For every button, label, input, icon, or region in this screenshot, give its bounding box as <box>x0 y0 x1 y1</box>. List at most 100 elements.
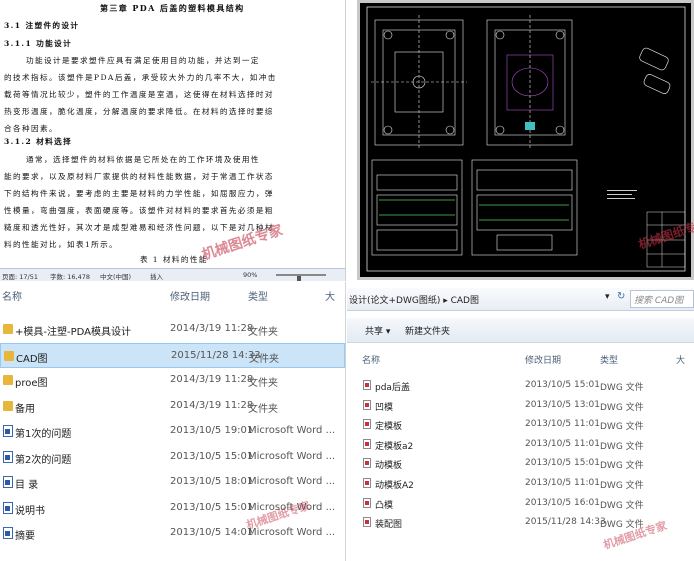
file-row[interactable]: 摘要 2013/10/5 14:01 Microsoft Word ... <box>0 521 345 546</box>
file-name: 动模板 <box>375 461 403 472</box>
file-type: Microsoft Word ... <box>248 476 336 487</box>
file-row[interactable]: pda后盖 2013/10/5 15:01 DWG 文件 <box>347 376 694 396</box>
paragraph-line: 功能设计是要求塑件应具有满足使用目的功能，并达到一定 <box>26 56 260 65</box>
file-row[interactable]: 动模板 2013/10/5 15:01 DWG 文件 <box>347 454 694 474</box>
heading-3-1-1: 3.1.1 功能设计 <box>4 39 73 48</box>
file-type: DWG 文件 <box>600 481 644 491</box>
column-date[interactable]: 修改日期 <box>525 353 561 366</box>
file-type: DWG 文件 <box>600 402 644 413</box>
file-date: 2013/10/5 15:01 <box>170 450 254 462</box>
file-name: 说明书 <box>15 505 45 517</box>
file-date: 2013/10/5 15:01 <box>525 380 600 390</box>
word-count[interactable]: 字数: 16,478 <box>50 271 90 281</box>
zoom-slider[interactable] <box>276 274 326 281</box>
folder-icon <box>3 400 13 411</box>
file-date: 2014/3/19 11:28 <box>170 323 254 334</box>
zoom-slider-thumb[interactable] <box>297 276 301 281</box>
column-type[interactable]: 类型 <box>248 288 268 303</box>
file-name: proe图 <box>15 378 48 389</box>
heading-3-1-2: 3.1.2 材料选择 <box>4 137 73 146</box>
file-row[interactable]: 定模板a2 2013/10/5 11:01 DWG 文件 <box>347 435 694 455</box>
file-type: DWG 文件 <box>600 422 644 433</box>
file-type: DWG 文件 <box>600 461 644 472</box>
dwg-file-icon <box>363 419 371 430</box>
file-type: 文件夹 <box>248 378 278 389</box>
paragraph-line: 合各种因素。 <box>4 124 58 133</box>
file-row[interactable]: 备用 2014/3/19 11:28 文件夹 <box>0 394 345 419</box>
file-row[interactable]: 凹模 2013/10/5 13:01 DWG 文件 <box>347 396 694 416</box>
refresh-icon[interactable]: ↻ <box>617 291 625 302</box>
toolbar: 共享 ▾ 新建文件夹 <box>347 318 694 343</box>
language[interactable]: 中文(中国) <box>100 271 131 281</box>
file-name: 第1次的问题 <box>15 429 72 440</box>
file-type: 文件夹 <box>249 353 279 365</box>
share-button[interactable]: 共享 ▾ <box>365 324 390 337</box>
file-row[interactable]: 动模板A2 2013/10/5 11:01 DWG 文件 <box>347 474 694 494</box>
file-row[interactable]: proe图 2014/3/19 11:28 文件夹 <box>0 368 345 393</box>
new-folder-button[interactable]: 新建文件夹 <box>405 324 450 337</box>
file-date: 2014/3/19 11:28 <box>170 374 254 385</box>
search-input[interactable]: 搜索 CAD图 <box>630 290 694 308</box>
file-name: 目 录 <box>15 480 39 491</box>
column-name[interactable]: 名称 <box>2 288 22 303</box>
column-date[interactable]: 修改日期 <box>170 288 210 303</box>
dwg-file-icon <box>363 517 371 528</box>
dwg-file-icon <box>363 458 371 469</box>
column-type[interactable]: 类型 <box>600 353 618 366</box>
file-date: 2013/10/5 16:01 <box>525 497 600 508</box>
document-page: 第三章 PDA 后盖的塑料模具结构 3.1 注塑件的设计 3.1.1 功能设计 … <box>0 0 345 268</box>
file-type: DWG 文件 <box>600 441 644 452</box>
word-document-icon <box>3 501 13 514</box>
breadcrumb[interactable]: 设计(论文+DWG图纸) ▸ CAD图 <box>349 293 479 306</box>
file-date: 2014/3/19 11:28 <box>170 399 254 411</box>
chevron-down-icon[interactable]: ▾ <box>605 292 610 302</box>
word-document-view: 第三章 PDA 后盖的塑料模具结构 3.1 注塑件的设计 3.1.1 功能设计 … <box>0 0 346 281</box>
search-placeholder: 搜索 CAD图 <box>634 296 684 306</box>
dwg-file-icon <box>363 478 371 488</box>
table-caption: 表 1 材料的性能 <box>140 255 208 264</box>
insert-mode[interactable]: 插入 <box>150 271 163 281</box>
paragraph-line: 下的结构件来说，要考虑的主要是材料的力学性能，如屈服应力，弹 <box>4 189 274 198</box>
status-bar: 页面: 17/51 字数: 16,478 中文(中国) 插入 90% <box>0 268 345 281</box>
column-headers: 名称 修改日期 类型 大 <box>0 282 345 306</box>
folder-icon <box>3 375 13 385</box>
file-name: 摘要 <box>15 531 35 542</box>
chapter-title: 第三章 PDA 后盖的塑料模具结构 <box>100 3 245 13</box>
file-name: 定模板 <box>375 422 403 433</box>
word-document-icon <box>3 476 13 488</box>
folder-icon <box>3 324 13 334</box>
file-row[interactable]: 第1次的问题 2013/10/5 19:01 Microsoft Word ... <box>0 419 345 444</box>
column-size[interactable]: 大 <box>325 288 335 303</box>
paragraph-line: 性模量，弯曲强度，表面硬度等。该塑件对材料的要求首先必须是粗 <box>4 206 274 215</box>
file-row[interactable]: 凸模 2013/10/5 16:01 DWG 文件 <box>347 494 694 514</box>
heading-3-1: 3.1 注塑件的设计 <box>4 21 80 30</box>
file-row[interactable]: +模具-注塑-PDA模具设计 2014/3/19 11:28 文件夹 <box>0 317 345 342</box>
paragraph-line: 热变形温度，脆化温度，分解温度的要求降低。在材料的选择时要综 <box>4 107 274 116</box>
file-row[interactable]: CAD图 2015/11/28 14:33 文件夹 <box>0 342 345 368</box>
cad-drawing-view: 机械图纸专家 <box>357 0 694 280</box>
file-row[interactable]: 目 录 2013/10/5 18:01 Microsoft Word ... <box>0 470 345 495</box>
file-row[interactable]: 第2次的问题 2013/10/5 15:01 Microsoft Word ... <box>0 445 345 470</box>
page-count[interactable]: 页面: 17/51 <box>2 271 38 281</box>
file-name: CAD图 <box>16 353 48 365</box>
file-date: 2013/10/5 11:01 <box>525 419 600 430</box>
paragraph-line: 通常，选择塑件的材料依据是它所处在的工作环境及使用性 <box>26 155 260 164</box>
file-date: 2013/10/5 15:01 <box>170 501 254 513</box>
paragraph-line: 料的性能对比，如表1所示。 <box>4 240 119 249</box>
word-document-icon <box>3 425 13 437</box>
file-explorer-right: 设计(论文+DWG图纸) ▸ CAD图 ▾ ↻ 搜索 CAD图 共享 ▾ 新建文… <box>347 282 694 561</box>
file-name: pda后盖 <box>375 383 410 393</box>
file-date: 2013/10/5 18:01 <box>170 476 254 487</box>
column-size[interactable]: 大 <box>676 353 685 366</box>
column-name[interactable]: 名称 <box>362 353 380 366</box>
file-date: 2015/11/28 14:33 <box>171 349 261 361</box>
file-type: Microsoft Word ... <box>248 425 336 436</box>
file-type: DWG 文件 <box>600 383 644 393</box>
file-name: 装配图 <box>375 520 403 531</box>
file-row[interactable]: 定模板 2013/10/5 11:01 DWG 文件 <box>347 415 694 435</box>
word-document-icon <box>3 450 13 463</box>
file-date: 2013/10/5 14:01 <box>170 527 254 538</box>
file-name: 备用 <box>15 403 35 415</box>
zoom-level[interactable]: 90% <box>243 271 257 279</box>
address-bar[interactable]: 设计(论文+DWG图纸) ▸ CAD图 ▾ ↻ 搜索 CAD图 <box>347 288 694 311</box>
